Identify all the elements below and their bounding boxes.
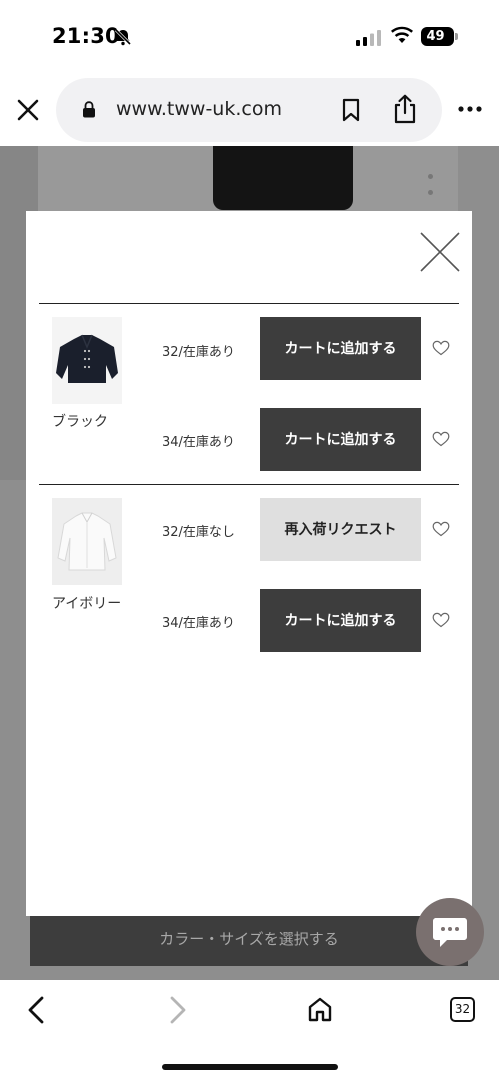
restock-request-button[interactable]: 再入荷リクエスト [260,498,421,561]
status-bar: 21:30 49 [0,0,499,70]
home-icon[interactable] [307,996,333,1022]
tabs-button[interactable]: 32 [450,997,475,1022]
blouse-thumbnail-image [57,512,117,571]
heart-icon[interactable] [432,521,450,537]
chat-button[interactable] [416,898,484,966]
battery-level: 49 [426,29,445,44]
add-to-cart-button[interactable]: カートに追加する [260,408,421,471]
divider [39,484,459,485]
stock-label: 34/在庫あり [162,435,235,450]
wifi-icon [391,26,413,43]
color-name: アイボリー [52,596,122,612]
chat-icon [433,918,467,947]
stock-label: 32/在庫なし [162,525,235,540]
status-time: 21:30 [52,24,120,48]
heart-icon[interactable] [432,340,450,356]
jacket-button [428,174,433,179]
add-to-cart-button[interactable]: カートに追加する [260,317,421,380]
color-name: ブラック [52,414,108,430]
home-indicator [162,1064,338,1070]
jacket-image [213,146,433,210]
bell-slash-icon [114,28,132,46]
heart-icon[interactable] [432,431,450,447]
jacket-button [428,190,433,195]
close-icon[interactable] [419,231,461,273]
close-icon[interactable] [16,98,40,122]
select-color-size-button[interactable]: カラー・サイズを選択する [30,912,468,966]
battery-indicator: 49 [421,27,454,46]
battery-tip [455,33,458,40]
variant-modal: ブラック 32/在庫あり カートに追加する 34/在庫あり カートに追加する ア… [26,211,472,916]
lock-icon [83,101,95,118]
jacket-thumbnail-image [56,334,118,383]
browser-toolbar: 32 [0,980,499,1080]
product-thumbnail-ivory[interactable] [52,498,122,585]
bookmark-icon[interactable] [342,98,360,122]
url-text: www.tww-uk.com [116,98,282,120]
share-icon[interactable] [392,94,418,124]
stock-label: 32/在庫あり [162,345,235,360]
add-to-cart-button[interactable]: カートに追加する [260,589,421,652]
address-bar[interactable]: www.tww-uk.com [56,78,442,142]
divider [39,303,459,304]
stock-label: 34/在庫あり [162,616,235,631]
product-thumbnail-black[interactable] [52,317,122,404]
signal-icon [356,30,381,46]
browser-bar: www.tww-uk.com [0,70,499,146]
more-icon[interactable] [458,106,482,112]
heart-icon[interactable] [432,612,450,628]
back-icon[interactable] [26,996,46,1024]
forward-icon[interactable] [168,996,188,1024]
